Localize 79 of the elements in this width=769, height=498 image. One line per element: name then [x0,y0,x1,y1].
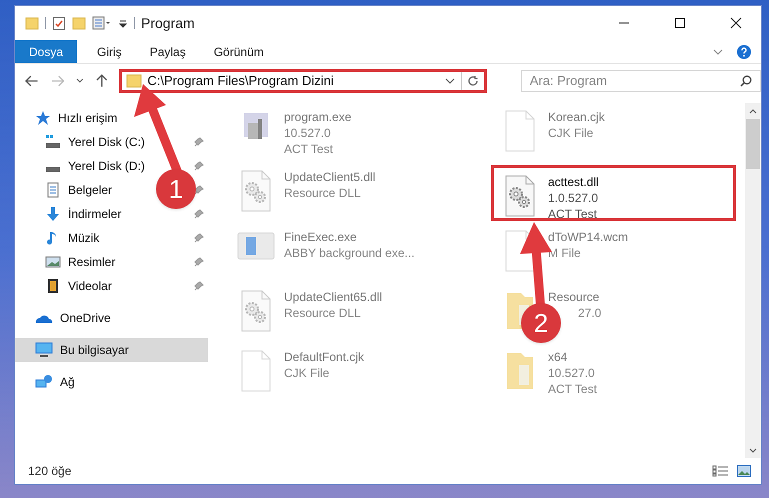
pin-icon[interactable] [194,185,204,195]
sidebar-item[interactable]: Belgeler [68,181,112,199]
back-icon[interactable] [25,74,39,86]
file-detail: Resource DLL [284,185,362,201]
search-icon[interactable] [740,74,752,86]
file-name: Resource [548,289,600,305]
view-options-icon[interactable] [92,16,112,30]
dropdown-icon[interactable] [445,76,456,84]
sidebar-item[interactable]: Ağ [15,370,208,394]
file-detail: ACT Test [548,206,598,222]
sidebar-item[interactable]: Yerel Disk (D:) [68,157,145,175]
sidebar-item[interactable]: Yerel Disk (C:) [68,133,145,151]
file-name: Korean.cjk [548,109,605,125]
file-name: FineExec.exe [284,229,358,245]
scroll-down-icon[interactable] [749,448,757,454]
file-name: x64 [548,349,568,365]
address-bar[interactable]: C:\Program Files\Program Dizini [119,68,488,92]
monitor-icon [35,342,53,358]
scroll-up-icon[interactable] [749,108,757,114]
file-item[interactable]: acttest.dll 1.0.527.0 ACT Test [491,165,736,221]
picture-icon [45,254,61,270]
film-icon [45,278,61,294]
sidebar-item[interactable]: OneDrive [15,306,208,330]
help-icon[interactable] [737,44,751,58]
file-name: UpdateClient65.dll [284,289,382,305]
file-name: program.exe [284,109,352,125]
sidebar-item[interactable]: Resimler [68,253,116,271]
item-count: 120 öğe [28,463,72,480]
pin-icon[interactable] [194,281,204,291]
file-detail: ACT Test [284,141,334,157]
details-view-icon[interactable] [712,465,729,477]
up-icon[interactable] [96,74,108,88]
search-field[interactable]: Ara: Program [520,70,761,92]
scrollbar[interactable] [745,103,761,458]
file-name: acttest.dll [548,174,599,190]
close-icon[interactable] [730,17,742,29]
file-detail: ABBY background exe... [284,245,415,261]
drive-icon [46,166,60,172]
file-name: dToWP14.wcm [548,229,628,245]
file-detail: 1.0.527.0 [548,190,599,206]
pin-icon[interactable] [194,161,204,171]
sidebar-item[interactable]: Videolar [68,277,112,295]
maximize-icon[interactable] [674,17,686,29]
sidebar-item[interactable]: İndirmeler [68,205,122,223]
window-title: Program [141,14,195,33]
search-input[interactable]: Ara: Program [530,70,740,90]
refresh-icon[interactable] [467,74,480,86]
file-detail: Resource DLL [284,305,362,321]
sidebar-item[interactable]: Hızlı erişim [15,106,208,130]
file-detail: CJK File [284,365,330,381]
expand-ribbon-icon[interactable] [713,48,723,56]
pin-icon[interactable] [194,257,204,267]
ribbon-tab[interactable]: Dosya [15,40,78,63]
document-icon [45,182,61,198]
pin-icon[interactable] [194,137,204,147]
star-icon [35,110,51,126]
address-path: C:\Program Files\Program Dizini [147,72,335,90]
scroll-thumb[interactable] [746,119,760,169]
file-name: UpdateClient5.dll [284,169,376,185]
file-detail: 10.527.0 [548,365,596,381]
pin-icon[interactable] [194,233,204,243]
folder-icon [126,74,142,88]
download-icon [45,206,61,222]
ribbon-tab[interactable]: Giriş [83,40,136,63]
file-detail: 27.0 [577,305,602,321]
properties-icon[interactable] [52,16,66,30]
recent-locations-icon[interactable] [76,78,84,84]
drive-icon [45,134,61,150]
large-icons-view-icon[interactable] [737,465,751,477]
sidebar-item[interactable]: Bu bilgisayar [15,338,208,362]
network-icon [35,374,53,390]
ribbon-tab[interactable]: Paylaş [136,40,200,63]
sidebar-item[interactable]: Müzik [68,229,100,247]
file-detail: 10.527.0 [284,125,332,141]
file-detail: CJK File [548,125,594,141]
pin-icon[interactable] [194,209,204,219]
file-detail: ACT Test [548,381,597,397]
ribbon-tab[interactable]: Görünüm [200,40,278,63]
file-name: DefaultFont.cjk [284,349,364,365]
